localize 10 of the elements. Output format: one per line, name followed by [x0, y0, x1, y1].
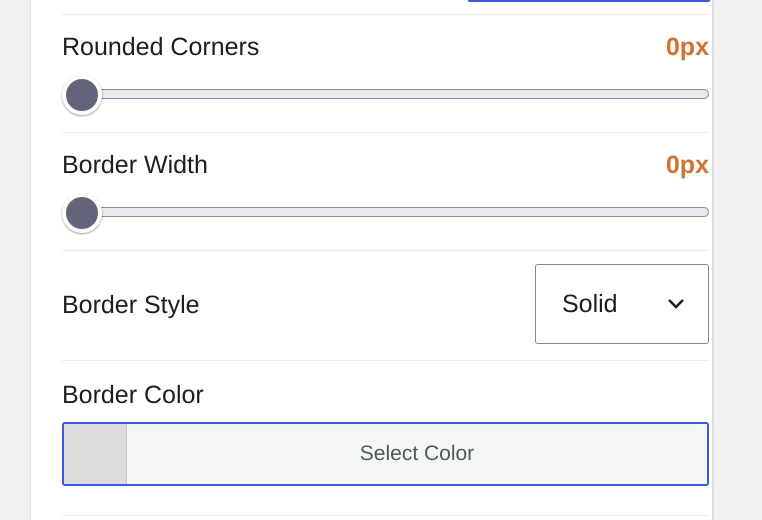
- color-swatch[interactable]: [64, 424, 127, 484]
- value-reading: 0px: [666, 33, 709, 62]
- value-reading: 0px: [666, 151, 709, 180]
- select-color-button[interactable]: Select Color: [127, 424, 707, 484]
- chevron-down-icon: [666, 298, 686, 310]
- setting-label: Border Color: [62, 381, 204, 409]
- setting-label: Border Style: [62, 291, 200, 320]
- setting-label: Border Width: [62, 151, 208, 180]
- setting-label: Rounded Corners: [62, 33, 260, 62]
- style-dropdown[interactable]: Solid: [535, 264, 709, 344]
